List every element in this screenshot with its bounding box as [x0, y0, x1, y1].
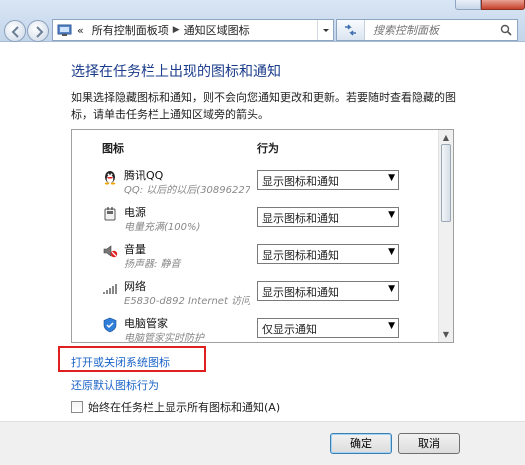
- network-signal-icon: [103, 284, 117, 294]
- item-status: 电脑管家实时防护: [124, 333, 204, 343]
- chevron-right-icon: ▶: [172, 25, 180, 35]
- system-icons-link[interactable]: 打开或关闭系统图标: [71, 354, 170, 370]
- arrow-left-icon: [11, 26, 19, 38]
- behavior-value: 显示图标和通知: [262, 286, 339, 299]
- dropdown-arrow-icon: ▼: [388, 210, 395, 220]
- list-item-network: 网络 E5830-d892 Internet 访问 显示图标和通知 ▼: [72, 278, 440, 314]
- behavior-select-pc-manager[interactable]: 仅显示通知 ▼: [257, 318, 399, 338]
- behavior-select-network[interactable]: 显示图标和通知 ▼: [257, 281, 399, 301]
- shield-icon: [103, 317, 117, 333]
- behavior-value: 显示图标和通知: [262, 175, 339, 188]
- behavior-value: 仅显示通知: [262, 323, 317, 336]
- dropdown-arrow-icon: ▼: [388, 173, 395, 183]
- page-title: 选择在任务栏上出现的图标和通知: [71, 64, 281, 80]
- item-status: E5830-d892 Internet 访问: [124, 296, 250, 307]
- dropdown-arrow-icon: ▼: [388, 321, 395, 331]
- cancel-button[interactable]: 取消: [398, 433, 460, 454]
- behavior-select-qq[interactable]: 显示图标和通知 ▼: [257, 170, 399, 190]
- list-item-pc-manager: 电脑管家 电脑管家实时防护 仅显示通知 ▼: [72, 315, 440, 343]
- back-button[interactable]: [4, 20, 26, 42]
- behavior-value: 显示图标和通知: [262, 249, 339, 262]
- window-toolbar: « 所有控制面板项 ▶ 通知区域图标: [0, 0, 525, 42]
- breadcrumb-notification-icons[interactable]: 通知区域图标: [184, 22, 250, 38]
- scroll-thumb[interactable]: [441, 144, 451, 222]
- breadcrumb-all-items[interactable]: 所有控制面板项: [92, 22, 169, 38]
- column-header-behavior: 行为: [257, 142, 279, 155]
- item-status: 扬声器: 静音: [124, 259, 181, 270]
- ok-button[interactable]: 确定: [330, 433, 392, 454]
- dropdown-arrow-icon: ▼: [388, 284, 395, 294]
- search-icon[interactable]: [500, 24, 512, 36]
- list-item-volume: 音量 扬声器: 静音 显示图标和通知 ▼: [72, 241, 440, 277]
- always-show-checkbox[interactable]: 始终在任务栏上显示所有图标和通知(A): [71, 399, 280, 415]
- chevron-down-icon: [323, 29, 329, 32]
- forward-button[interactable]: [27, 20, 49, 42]
- behavior-select-volume[interactable]: 显示图标和通知 ▼: [257, 244, 399, 264]
- qq-penguin-icon: [104, 171, 116, 185]
- refresh-button[interactable]: [337, 20, 365, 40]
- dialog-footer: 确定 取消: [0, 421, 525, 465]
- checkbox-box[interactable]: [71, 401, 83, 413]
- page-description: 如果选择隐藏图标和通知，则不会向您通知更改和更新。若要随时查看隐藏的图标，请单击…: [71, 91, 456, 121]
- search-input[interactable]: [373, 22, 493, 38]
- control-panel-icon: [57, 24, 72, 36]
- main-content: 选择在任务栏上出现的图标和通知 如果选择隐藏图标和通知，则不会向您通知更改和更新…: [0, 43, 525, 421]
- list-scrollbar[interactable]: ▲ ▼: [438, 130, 453, 342]
- address-dropdown[interactable]: [317, 20, 333, 40]
- address-bar[interactable]: « 所有控制面板项 ▶ 通知区域图标: [52, 19, 334, 41]
- address-overflow[interactable]: «: [77, 24, 84, 37]
- checkbox-label: 始终在任务栏上显示所有图标和通知(A): [88, 401, 281, 414]
- arrow-right-icon: [36, 26, 44, 38]
- search-box[interactable]: [336, 19, 518, 41]
- list-item-power: 电源 电量充满(100%) 显示图标和通知 ▼: [72, 204, 440, 240]
- maximize-button[interactable]: [455, 0, 481, 10]
- list-item-qq: 腾讯QQ QQ: 以后的以后(30896227... 显示图标和通知 ▼: [72, 167, 440, 203]
- speaker-muted-icon: [103, 245, 118, 258]
- scroll-up-icon[interactable]: ▲: [439, 130, 453, 145]
- refresh-icon: [345, 24, 356, 36]
- item-status: 电量充满(100%): [124, 222, 201, 233]
- behavior-value: 显示图标和通知: [262, 212, 339, 225]
- close-button[interactable]: [481, 0, 525, 10]
- restore-default-link[interactable]: 还原默认图标行为: [71, 377, 159, 393]
- item-status: QQ: 以后的以后(30896227...: [124, 185, 250, 196]
- power-plug-icon: [104, 207, 116, 221]
- column-header-icon: 图标: [102, 142, 124, 155]
- behavior-select-power[interactable]: 显示图标和通知 ▼: [257, 207, 399, 227]
- scroll-down-icon[interactable]: ▼: [439, 327, 453, 342]
- notification-icons-list: 图标 行为 腾讯QQ QQ: 以后的以后(30896227... 显示图标和通知…: [71, 129, 454, 343]
- dropdown-arrow-icon: ▼: [388, 247, 395, 257]
